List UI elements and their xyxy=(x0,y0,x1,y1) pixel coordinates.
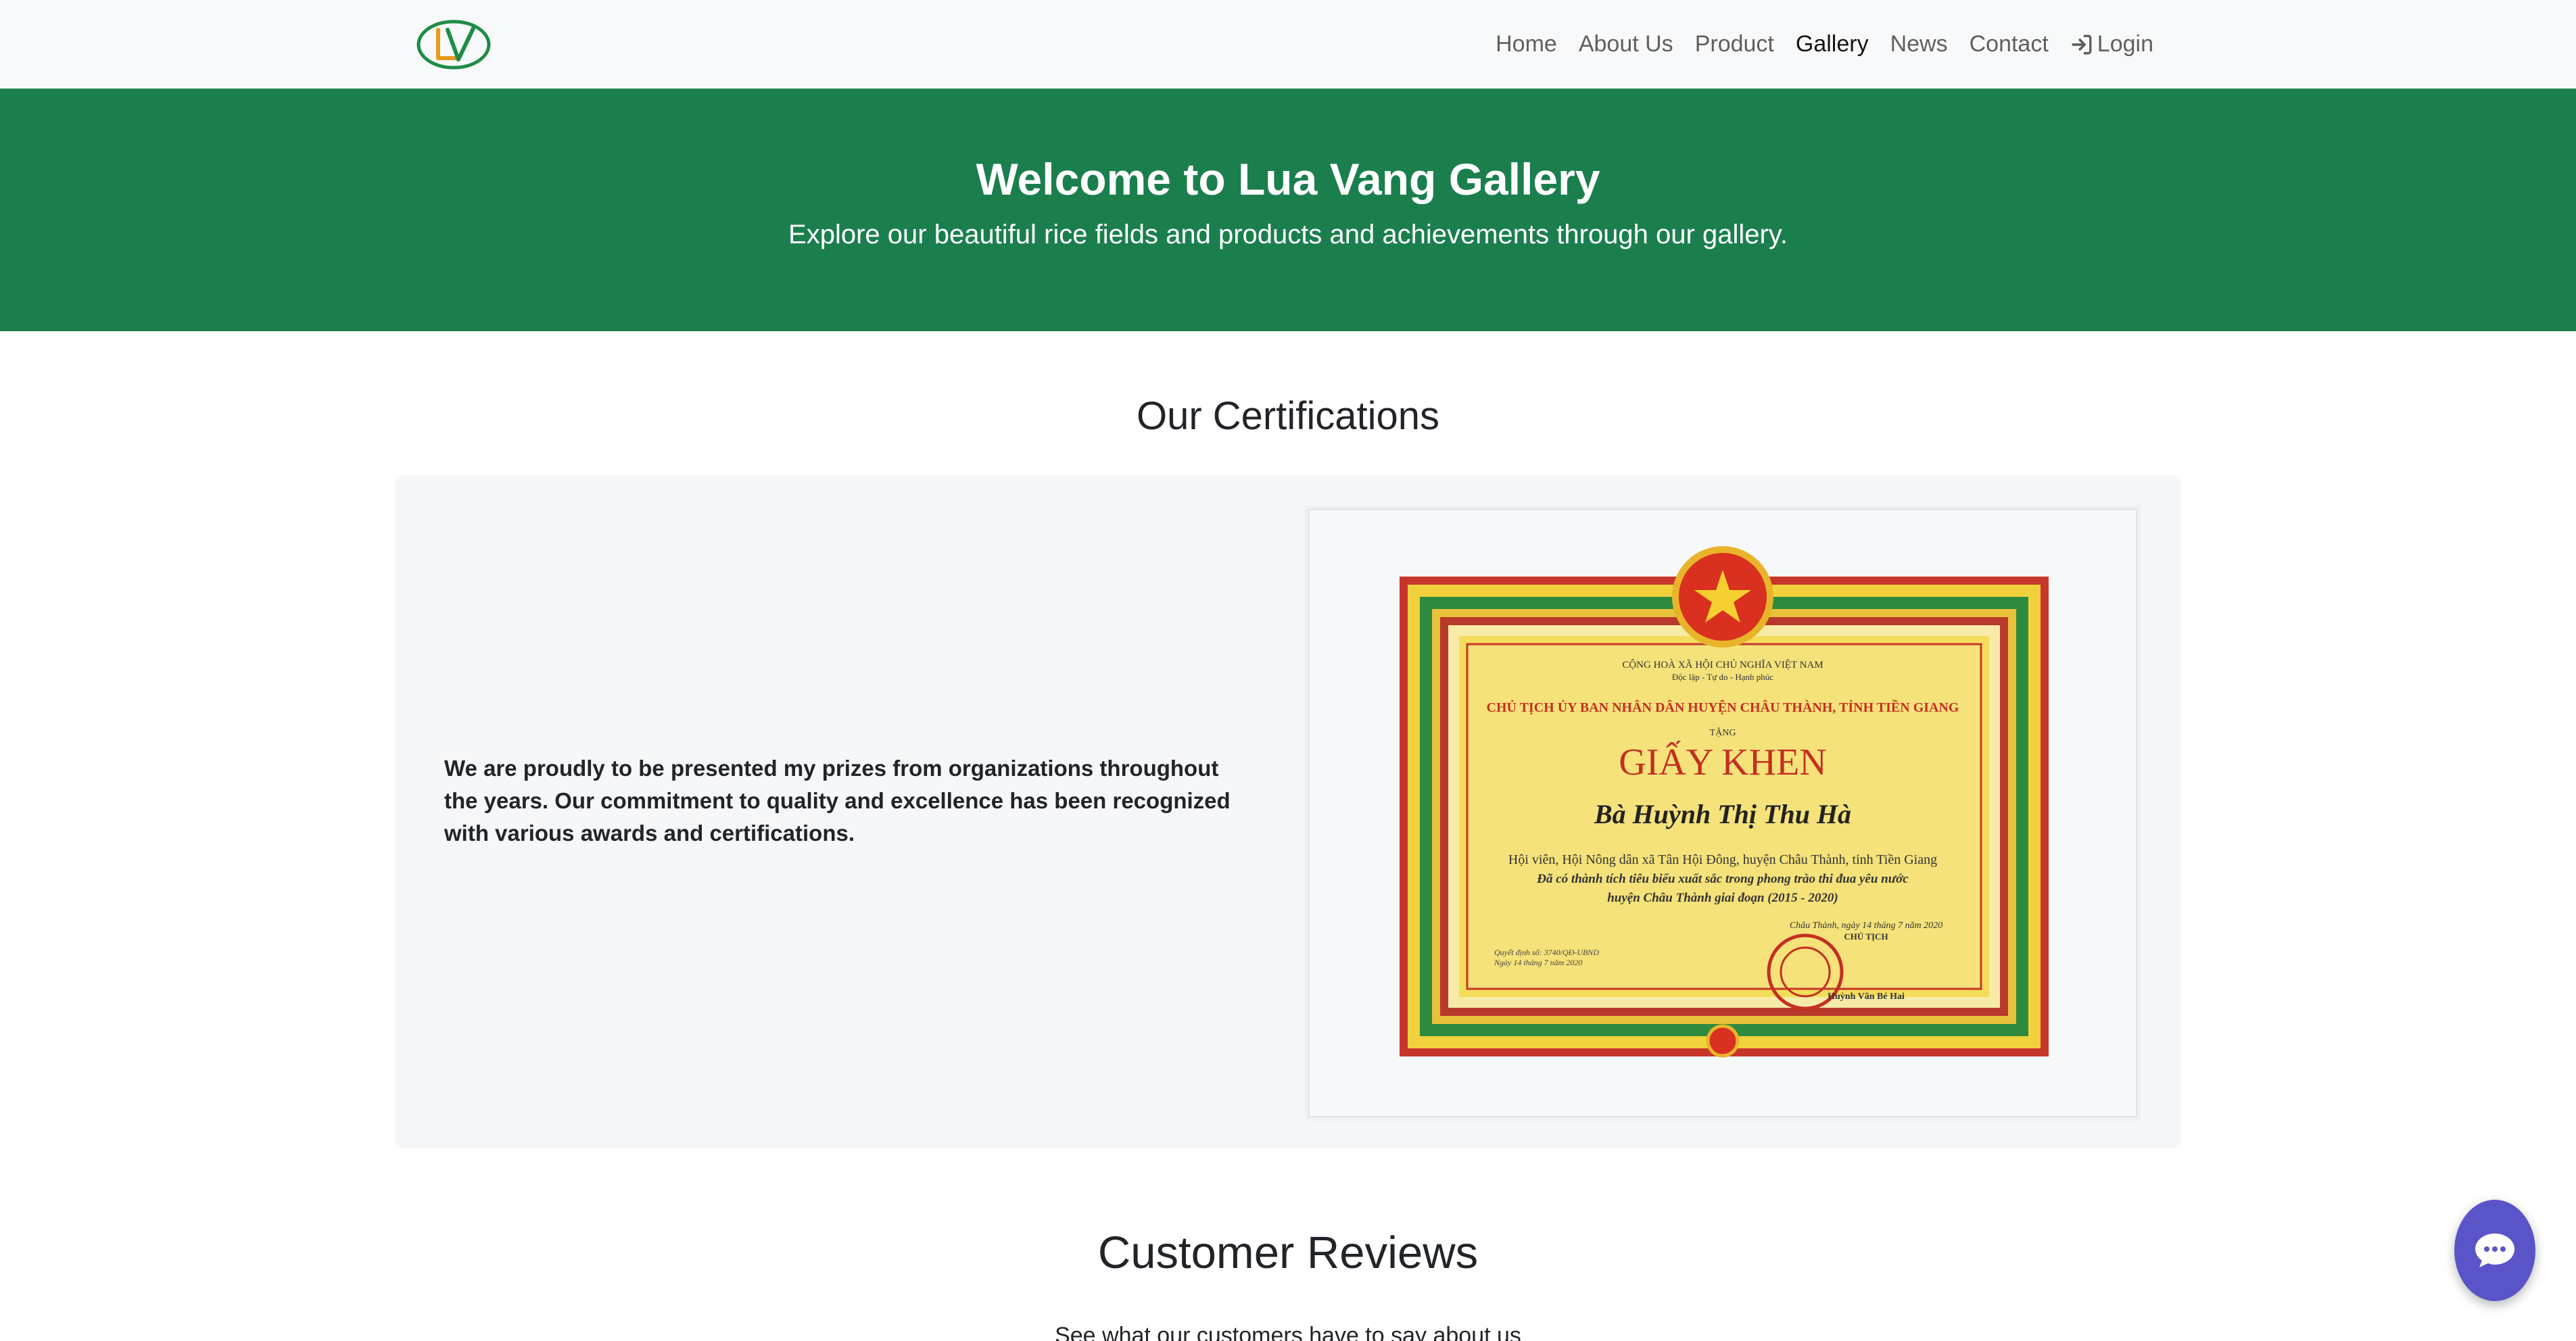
nav-item-label: Contact xyxy=(1969,31,2049,57)
chat-button[interactable] xyxy=(2454,1200,2535,1301)
nav-menu: Home About Us Product Gallery News Contact Log… xyxy=(1474,0,2153,89)
cert-date: Châu Thành, ngày 14 tháng 7 năm 2020 xyxy=(1790,921,1942,931)
certificate-image: CỘNG HOÀ XÃ HỘI CHỦ NGHĨA VIỆT NAM Độc l… xyxy=(1305,506,2141,1121)
cert-motto: Độc lập - Tự do - Hạnh phúc xyxy=(1672,672,1773,682)
nav-item-label: Product xyxy=(1694,31,1774,57)
hero-title: Welcome to Lua Vang Gallery xyxy=(976,154,1600,204)
nav-item-label: Gallery xyxy=(1795,31,1869,57)
nav-item-label: Home xyxy=(1496,31,1557,57)
certifications-card: We are proudly to be presented my prizes… xyxy=(396,475,2180,1148)
nav-item-label: News xyxy=(1890,31,1948,57)
cert-signer: Huỳnh Văn Bé Hai xyxy=(1828,992,1905,1002)
hero-subtitle: Explore our beautiful rice fields and pr… xyxy=(788,220,1788,249)
cert-title: GIẤY KHEN xyxy=(1619,740,1826,783)
nav-item-about-us[interactable]: About Us xyxy=(1579,31,1673,57)
cert-heading-small: CỘNG HOÀ XÃ HỘI CHỦ NGHĨA VIỆT NAM xyxy=(1622,659,1823,670)
cert-line2: Đã có thành tích tiêu biểu xuất sắc tron… xyxy=(1536,872,1909,886)
cert-line3: huyện Châu Thành giai đoạn (2015 - 2020) xyxy=(1607,891,1838,905)
cert-line1: Hội viên, Hội Nông dân xã Tân Hội Đông, … xyxy=(1508,852,1937,867)
nav-item-label: Login xyxy=(2097,31,2153,57)
chat-icon xyxy=(2475,1234,2514,1267)
cert-issuer: CHỦ TỊCH ỦY BAN NHÂN DÂN HUYỆN CHÂU THÀN… xyxy=(1487,699,1959,715)
nav-item-news[interactable]: News xyxy=(1890,31,1948,57)
cert-recipient: Bà Huỳnh Thị Thu Hà xyxy=(1594,799,1851,829)
certifications-text: We are proudly to be presented my prizes… xyxy=(444,756,1231,846)
cert-tang: TẶNG xyxy=(1710,727,1736,738)
navbar: Home About Us Product Gallery News Contact Log… xyxy=(0,0,2576,89)
nav-item-gallery[interactable]: Gallery xyxy=(1796,31,1869,57)
login-icon xyxy=(2072,34,2092,54)
cert-decision1: Quyết định số: 3740/QĐ-UBND xyxy=(1494,948,1599,957)
reviews-title: Customer Reviews xyxy=(1097,1227,1479,1278)
hero-banner: Welcome to Lua Vang Gallery Explore our … xyxy=(0,89,2576,331)
nav-item-home[interactable]: Home xyxy=(1496,31,1557,57)
nav-item-login[interactable]: Login xyxy=(2070,31,2153,57)
certifications-title: Our Certifications xyxy=(1136,394,1440,438)
cert-role: CHỦ TỊCH xyxy=(1844,931,1888,942)
nav-item-label: About Us xyxy=(1578,31,1673,57)
logo-icon[interactable] xyxy=(415,19,492,70)
cert-decision2: Ngày 14 tháng 7 năm 2020 xyxy=(1494,958,1582,967)
nav-item-contact[interactable]: Contact xyxy=(1970,31,2049,57)
nav-item-product[interactable]: Product xyxy=(1695,31,1774,57)
reviews-subtitle: See what our customers have to say about… xyxy=(1055,1323,1521,1341)
